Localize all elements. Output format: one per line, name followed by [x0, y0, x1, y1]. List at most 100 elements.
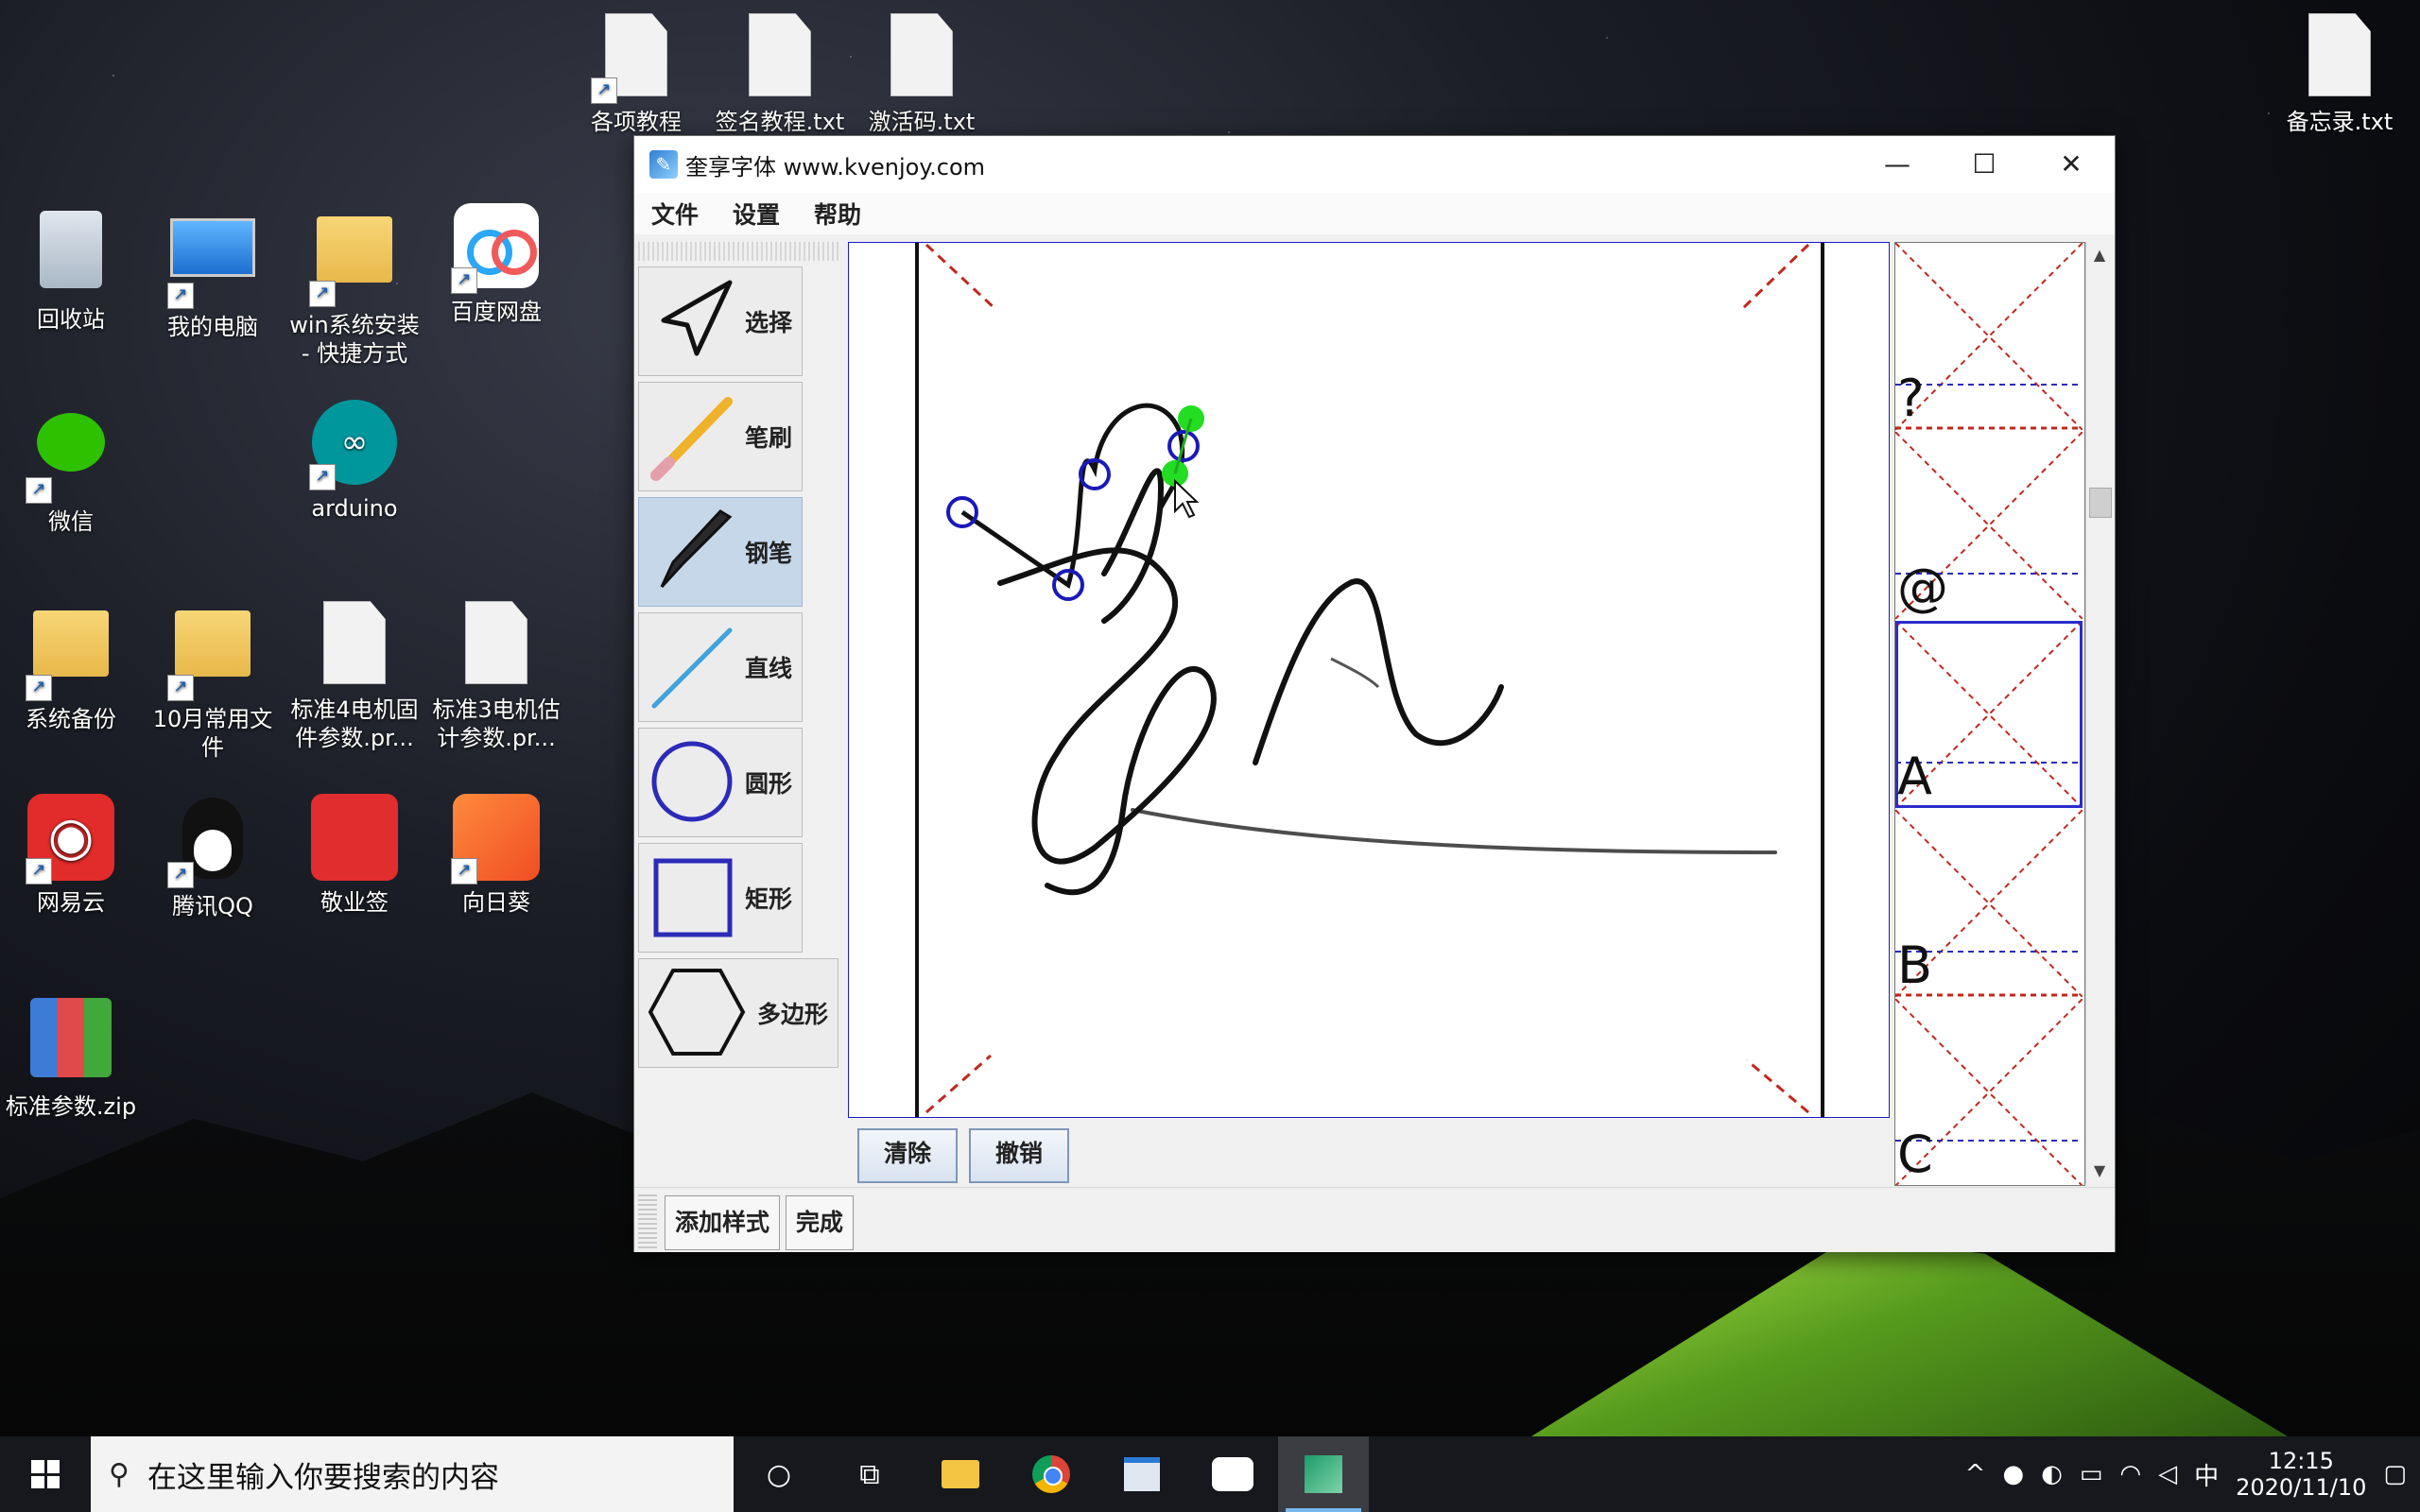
task-view-icon[interactable]: ⧉	[824, 1436, 915, 1512]
drawing-canvas[interactable]	[848, 242, 1890, 1118]
notification-icon[interactable]: ▢	[2383, 1460, 2407, 1488]
fountain-pen-icon	[660, 509, 733, 589]
glyph-list: ? @ A B C	[1894, 242, 2085, 1186]
wechat-icon	[37, 413, 105, 472]
guide-diagonal	[1740, 243, 1810, 311]
app-window-icon[interactable]	[1097, 1436, 1187, 1512]
kvenjoy-app-icon[interactable]	[1278, 1436, 1369, 1512]
maximize-button[interactable]: ☐	[1941, 136, 2028, 193]
menu-settings[interactable]: 设置	[733, 197, 780, 231]
desktop-icon-recycle-bin[interactable]: 回收站	[0, 203, 142, 334]
microphone-icon[interactable]: ●	[2002, 1460, 2024, 1488]
done-button[interactable]: 完成	[786, 1195, 855, 1250]
glyph-cell[interactable]: B	[1895, 809, 2083, 998]
folder-icon	[33, 610, 109, 677]
shortcut-arrow-icon: ↗	[26, 858, 52, 885]
tool-polygon[interactable]: 多边形	[638, 958, 838, 1068]
add-style-button[interactable]: 添加样式	[665, 1195, 781, 1250]
file-explorer-icon[interactable]	[915, 1436, 1006, 1512]
computer-icon	[170, 218, 255, 277]
scroll-thumb[interactable]	[2089, 488, 2112, 518]
signature-stroke	[1330, 657, 1380, 689]
arrow-cursor-icon	[661, 280, 733, 356]
undo-button[interactable]: 撤销	[969, 1128, 1070, 1183]
clock-time: 12:15	[2268, 1448, 2334, 1474]
tool-rect[interactable]: 矩形	[638, 843, 803, 953]
shortcut-arrow-icon: ↗	[451, 267, 477, 294]
clock[interactable]: 12:15 2020/11/10	[2236, 1448, 2366, 1501]
chevron-up-icon[interactable]: ^	[1965, 1460, 1986, 1488]
menu-file[interactable]: 文件	[651, 197, 699, 231]
cortana-icon[interactable]: ○	[734, 1436, 824, 1512]
glyph-scrollbar[interactable]: ▲ ▼	[2085, 242, 2113, 1184]
desktop-icon-sunflower[interactable]: ↗ 向日葵	[425, 794, 567, 917]
system-tray: ^ ● ◐ ▭ ◠ ◁ 中 12:15 2020/11/10 ▢	[1965, 1448, 2420, 1501]
scroll-up-icon[interactable]: ▲	[2086, 242, 2113, 268]
signature-stroke	[1101, 468, 1165, 624]
title-bar[interactable]: ✎ 奎享字体 www.kvenjoy.com — ☐ ✕	[634, 136, 2115, 193]
desktop-icon-tutorials[interactable]: ↗ 各项教程	[565, 9, 707, 136]
clear-button[interactable]: 清除	[857, 1128, 959, 1183]
glyph-cell-selected[interactable]: A	[1895, 620, 2083, 809]
desktop-icon-baidu-pan[interactable]: ↗ 百度网盘	[425, 203, 567, 326]
menu-help[interactable]: 帮助	[814, 197, 861, 231]
toolbar-grip[interactable]	[638, 242, 840, 261]
tool-line[interactable]: 直线	[638, 612, 803, 722]
tool-select[interactable]: 选择	[638, 266, 803, 376]
hexagon-icon	[648, 969, 746, 1056]
circle-icon	[651, 741, 733, 822]
shortcut-arrow-icon: ↗	[26, 675, 52, 701]
desktop-icon-motor3[interactable]: 标准3电机估计参数.pr...	[425, 597, 567, 752]
desktop-icon-zip[interactable]: 标准参数.zip	[0, 992, 142, 1121]
folder-icon	[175, 610, 251, 677]
glyph-cell[interactable]: @	[1895, 431, 2083, 620]
wifi-icon[interactable]: ◠	[2119, 1460, 2141, 1488]
video-recorder-icon[interactable]	[1187, 1436, 1278, 1512]
windows-logo-icon	[31, 1460, 60, 1488]
scroll-down-icon[interactable]: ▼	[2086, 1158, 2113, 1184]
glyph-char: A	[1897, 747, 1932, 806]
guide-diagonal	[925, 243, 997, 311]
desktop-icon-my-computer[interactable]: ↗ 我的电脑	[142, 203, 284, 341]
minimize-button[interactable]: —	[1854, 136, 1941, 193]
glyph-cell[interactable]: C	[1895, 998, 2083, 1185]
tool-circle[interactable]: 圆形	[638, 728, 803, 837]
volume-icon[interactable]: ◁	[2158, 1460, 2177, 1488]
shortcut-arrow-icon: ↗	[167, 675, 194, 701]
desktop-icon-motor4[interactable]: 标准4电机固件参数.pr...	[284, 597, 425, 752]
tool-brush[interactable]: 笔刷	[638, 382, 803, 491]
desktop-icon-oct-files[interactable]: ↗ 10月常用文件	[142, 597, 284, 762]
folder-icon	[317, 216, 392, 283]
desktop-icon-jingyeqian[interactable]: 敬业签	[284, 794, 425, 917]
chrome-icon[interactable]	[1006, 1436, 1097, 1512]
desktop-icon-arduino[interactable]: ∞ ↗ arduino	[284, 400, 425, 523]
bottombar-grip[interactable]	[638, 1194, 657, 1248]
bottom-bar: 添加样式 完成	[634, 1187, 2115, 1252]
menu-bar: 文件 设置 帮助	[634, 193, 2115, 234]
start-button[interactable]	[0, 1436, 91, 1512]
desktop-icon-wechat[interactable]: ↗ 微信	[0, 400, 142, 536]
rectangle-icon	[653, 858, 733, 937]
desktop-icon-backup[interactable]: ↗ 系统备份	[0, 597, 142, 733]
battery-icon[interactable]: ▭	[2080, 1460, 2103, 1488]
desktop-icon-netease[interactable]: ◉ ↗ 网易云	[0, 794, 142, 917]
desktop-icon-activation-code[interactable]: 激活码.txt	[851, 9, 993, 136]
desktop-icon-win-install[interactable]: ↗ win系统安装 - 快捷方式	[284, 203, 425, 368]
glyph-cell[interactable]: ?	[1895, 243, 2083, 431]
desktop-icon-sign-tutorial[interactable]: 签名教程.txt	[709, 9, 851, 136]
app-window: ✎ 奎享字体 www.kvenjoy.com — ☐ ✕ 文件 设置 帮助 选择…	[633, 135, 2116, 1252]
desktop-icon-qq[interactable]: ↗ 腾讯QQ	[142, 794, 284, 920]
search-placeholder: 在这里输入你要搜索的内容	[147, 1460, 499, 1495]
tool-pen[interactable]: 钢笔	[638, 497, 803, 607]
desktop-icon-memo[interactable]: 备忘录.txt	[2269, 9, 2411, 136]
glyph-char: B	[1897, 936, 1933, 995]
signature-stroke	[1253, 578, 1504, 765]
qq-tray-icon[interactable]: ◐	[2041, 1460, 2063, 1488]
clock-date: 2020/11/10	[2236, 1474, 2367, 1501]
shortcut-arrow-icon: ↗	[309, 464, 336, 490]
shortcut-arrow-icon: ↗	[451, 858, 477, 885]
jingyeqian-icon	[311, 794, 398, 881]
close-button[interactable]: ✕	[2028, 136, 2115, 193]
ime-indicator[interactable]: 中	[2194, 1457, 2219, 1492]
taskbar-search[interactable]: ⚲ 在这里输入你要搜索的内容	[91, 1436, 734, 1512]
